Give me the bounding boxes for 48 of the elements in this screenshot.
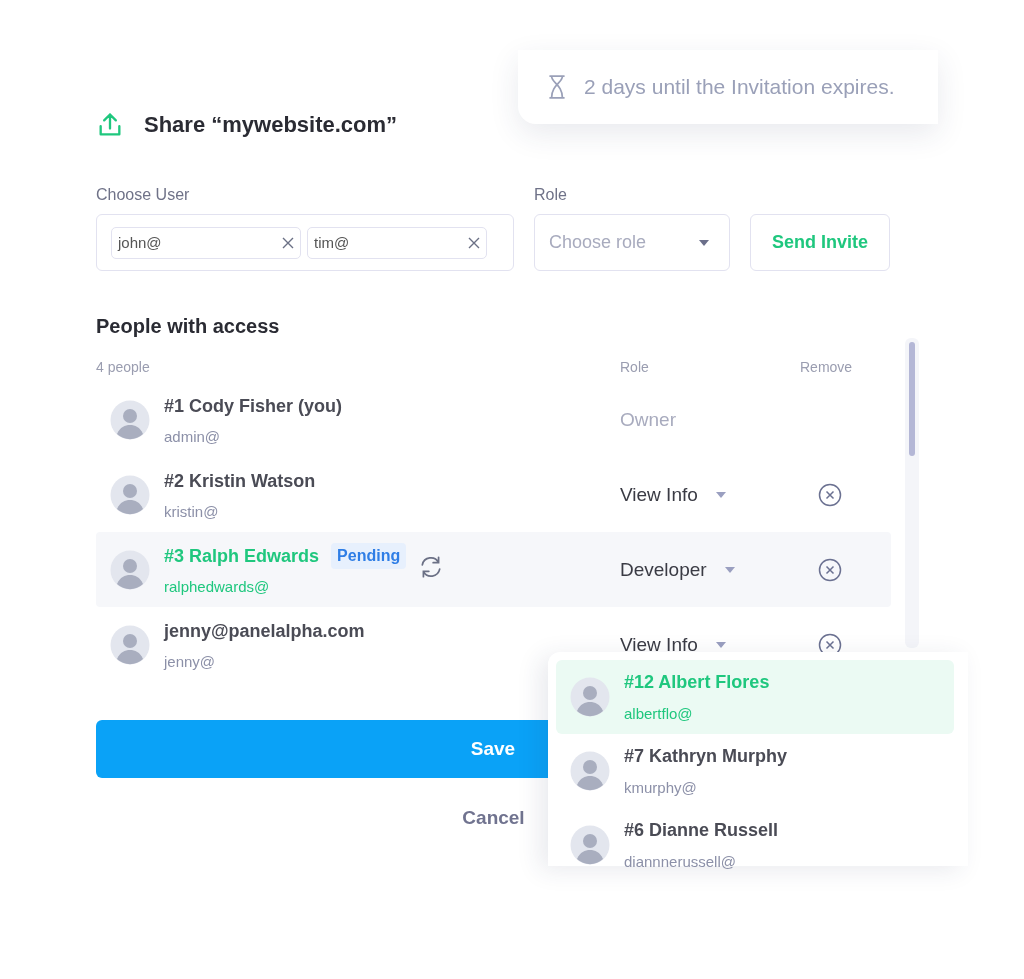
role-dropdown[interactable]: View Info — [620, 633, 726, 656]
avatar — [570, 677, 610, 717]
field-label: Role — [534, 186, 568, 204]
close-icon[interactable] — [282, 236, 294, 249]
avatar — [110, 474, 150, 515]
dialog-title: Share “mywebsite.com” — [144, 112, 398, 138]
person-email: kmurphy@ — [624, 779, 698, 796]
person-name: #3 Ralph Edwards — [164, 545, 320, 567]
caret-icon — [715, 490, 726, 499]
menu-item[interactable]: #6 Dianne Russell diannnerussell@ — [556, 808, 954, 882]
person-name: #7 Kathryn Murphy — [624, 746, 788, 767]
chip-text: tim@ — [314, 234, 350, 251]
person-name: #1 Cody Fisher (you) — [164, 395, 343, 417]
person-email: kristin@ — [164, 503, 220, 520]
person-name: jenny@panelalpha.com — [164, 620, 365, 642]
role-dropdown[interactable]: View Info — [620, 483, 726, 506]
person-email: ralphedwards@ — [164, 578, 271, 595]
column-header: Remove — [800, 359, 853, 375]
user-input-field[interactable]: john@ tim@ — [96, 214, 514, 271]
column-header: Role — [620, 359, 650, 375]
avatar — [110, 399, 150, 440]
person-email: diannnerussell@ — [624, 853, 737, 870]
remove-icon[interactable] — [818, 557, 842, 582]
role-text: Owner — [620, 408, 676, 430]
person-email: admin@ — [164, 428, 222, 445]
avatar — [570, 825, 610, 865]
people-count: 4 people — [96, 359, 151, 375]
person-email: albertflo@ — [624, 705, 694, 722]
field-label: Choose User — [96, 186, 191, 204]
scrollbar[interactable] — [905, 338, 919, 648]
person-name: #12 Albert Flores — [624, 672, 770, 693]
close-icon[interactable] — [468, 236, 480, 249]
avatar — [570, 751, 610, 791]
avatar — [110, 624, 150, 665]
person-name: #2 Kristin Watson — [164, 470, 316, 492]
toast-text: 2 days until the Invitation expires. — [584, 75, 895, 99]
caret-icon — [724, 565, 735, 574]
avatar — [110, 549, 150, 590]
person-name: #6 Dianne Russell — [624, 820, 779, 841]
status-badge: Pending — [331, 543, 407, 569]
caret-icon — [715, 640, 726, 649]
role-dropdown[interactable]: Developer — [620, 558, 735, 581]
caret-icon — [699, 238, 709, 247]
section-heading: People with access — [96, 315, 281, 338]
chip-text: john@ — [118, 234, 162, 251]
cancel-button[interactable]: Cancel — [456, 806, 531, 830]
person-email: jenny@ — [164, 653, 217, 670]
remove-icon[interactable] — [818, 482, 842, 507]
